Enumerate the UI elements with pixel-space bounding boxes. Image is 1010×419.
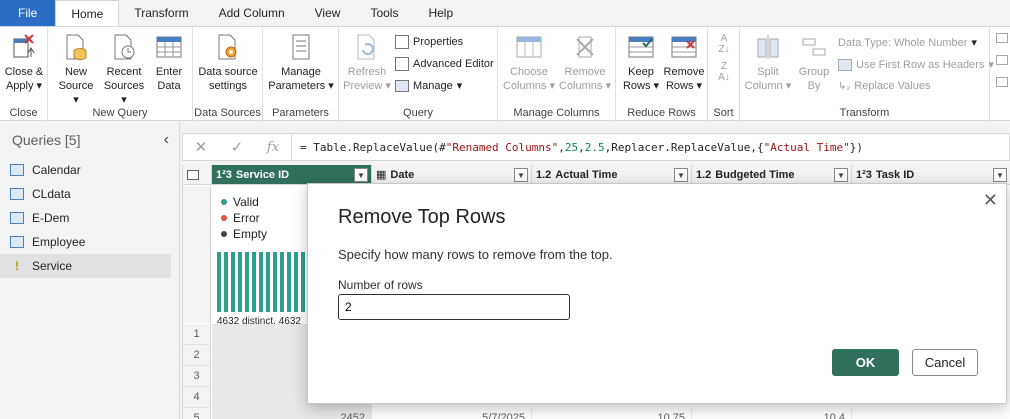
number-of-rows-label: Number of rows — [338, 278, 423, 292]
number-of-rows-input[interactable] — [338, 294, 570, 320]
dialog-overlay: Remove Top Rows ✕ Specify how many rows … — [0, 0, 1010, 419]
dialog-title: Remove Top Rows — [338, 206, 506, 228]
close-icon[interactable]: ✕ — [983, 190, 998, 211]
remove-top-rows-dialog: Remove Top Rows ✕ Specify how many rows … — [307, 183, 1007, 404]
ok-button[interactable]: OK — [832, 349, 899, 376]
cancel-button[interactable]: Cancel — [912, 349, 978, 376]
dialog-description: Specify how many rows to remove from the… — [338, 247, 613, 262]
